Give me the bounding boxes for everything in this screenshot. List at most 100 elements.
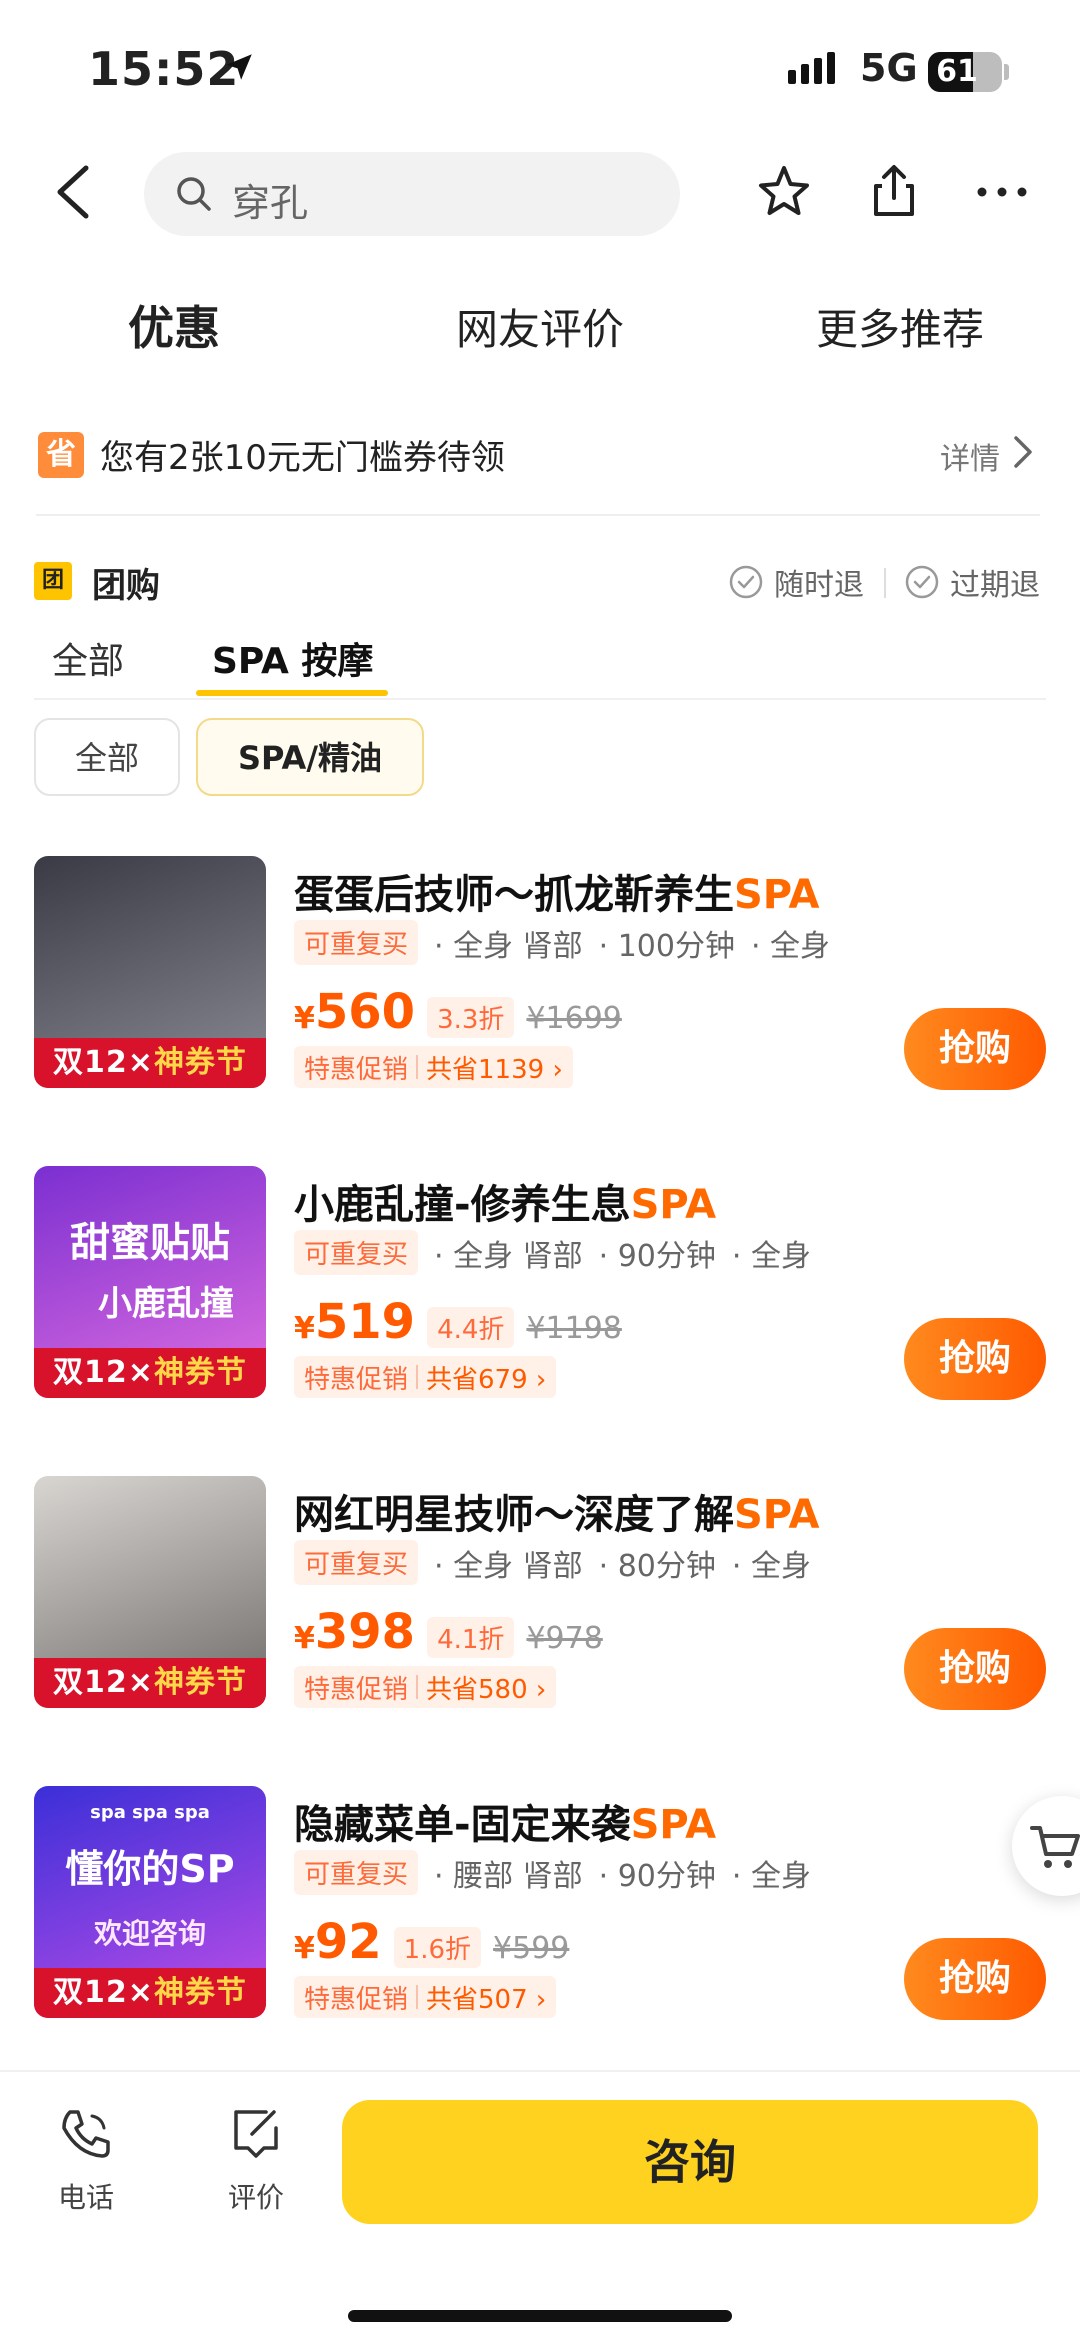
rebuy-tag: 可重复买 [294,1230,419,1275]
deal-attr: · 腰部 肾部 [434,1858,583,1894]
promo-label: 特惠促销 [304,1054,409,1085]
group-buy-title: 团购 [92,566,160,606]
thumb-caption: spa spa spa [90,1802,210,1823]
filter-chip-spa-oil[interactable]: SPA/精油 [196,718,424,796]
promo-savings[interactable]: 特惠促销 共省679 › [294,1356,557,1398]
subtab-spa-massage[interactable]: SPA 按摩 [212,632,373,684]
phone-icon [62,2110,110,2158]
consult-button[interactable]: 咨询 [342,2100,1038,2224]
check-circle-icon [729,565,763,599]
deal-attr: · 全身 肾部 [434,928,583,964]
deal-price: 560 [314,984,416,1040]
deal-price: 398 [314,1604,416,1660]
deal-item[interactable]: 双12×神券节 网红明星技师～深度了解SPA 可重复买 · 全身 肾部 · 80… [0,1476,1080,1716]
buy-button[interactable]: 抢购 [904,1628,1046,1710]
thumb-caption: 懂你的SP [65,1847,235,1891]
savings-amount: 共省679 › [426,1364,547,1395]
savings-amount: 共省507 › [426,1984,547,2015]
promo-banner: 双12×神券节 [34,1348,266,1398]
star-icon[interactable] [752,160,816,224]
search-value: 穿孔 [232,181,309,225]
more-icon[interactable] [970,160,1034,224]
guarantee-label: 过期退 [950,568,1040,603]
chevron-right-icon [1014,436,1032,468]
rebuy-tag: 可重复买 [294,1540,419,1585]
tab-reviews[interactable]: 网友评价 [456,296,624,357]
back-button[interactable] [48,162,98,222]
deal-attr: · 90分钟 [598,1238,716,1274]
buy-button[interactable]: 抢购 [904,1318,1046,1400]
original-price: ¥978 [526,1621,603,1656]
promo-label: 特惠促销 [304,1984,409,2015]
check-circle-icon [905,565,939,599]
coupon-text: 您有2张10元无门槛券待领 [100,438,505,478]
promo-savings[interactable]: 特惠促销 共省1139 › [294,1046,573,1088]
currency-symbol: ¥ [294,1001,315,1036]
deal-title-spa: SPA [734,1492,820,1538]
deal-attr: · 80分钟 [598,1548,716,1584]
deal-title-spa: SPA [734,872,820,918]
network-type: 5G [860,46,918,90]
tab-discounts[interactable]: 优惠 [128,292,226,360]
deal-tags: 可重复买 · 腰部 肾部 · 90分钟 · 全身 [294,1850,811,1895]
promo-label: 特惠促销 [304,1674,409,1705]
deal-thumbnail: spa spa spa 懂你的SP 欢迎咨询 双12×神券节 [34,1786,266,2018]
coupon-detail-link[interactable]: 详情 [940,434,1000,478]
group-buy-icon: 团 [34,562,72,600]
guarantee-label: 随时退 [774,568,864,603]
promo-banner: 双12×神券节 [34,1658,266,1708]
coupon-banner[interactable]: 省 您有2张10元无门槛券待领 详情 [36,420,1040,516]
deal-title-spa: SPA [630,1802,717,1848]
deal-item[interactable]: 甜蜜贴贴 小鹿乱撞 双12×神券节 小鹿乱撞-修养生息SPA 可重复买 · 全身… [0,1166,1080,1406]
thumb-caption: 欢迎咨询 [93,1917,206,1950]
deal-attr: · 全身 肾部 [434,1548,583,1584]
location-arrow-icon [226,54,252,80]
deal-item[interactable]: 双12×神券节 蛋蛋后技师～抓龙靳养生SPA 可重复买 · 全身 肾部 · 10… [0,856,1080,1096]
deal-attr: · 全身 [731,1238,811,1274]
discount-badge: 4.4折 [427,1307,515,1348]
buy-button[interactable]: 抢购 [904,1938,1046,2020]
search-icon [177,177,211,211]
original-price: ¥1198 [526,1311,622,1346]
guarantee-divider [884,568,886,598]
thumb-caption: 小鹿乱撞 [98,1284,234,1324]
deal-attr: · 全身 [750,928,831,964]
buy-button[interactable]: 抢购 [904,1008,1046,1090]
subtab-all[interactable]: 全部 [52,632,124,684]
deal-price: 92 [314,1914,382,1970]
original-price: ¥1699 [526,1001,622,1036]
bottom-action-bar: 电话 评价 咨询 [0,2070,1080,2337]
promo-savings[interactable]: 特惠促销 共省507 › [294,1976,557,2018]
discount-badge: 4.1折 [427,1617,515,1658]
deal-attr: · 全身 肾部 [434,1238,583,1274]
promo-savings[interactable]: 特惠促销 共省580 › [294,1666,557,1708]
search-input[interactable]: 穿孔 [144,152,680,236]
subtab-active-underline [196,690,388,696]
guarantee-refund-anytime: 随时退 [728,560,864,604]
page: 15:52 5G 61 穿孔 优惠 网友评价 更多推荐 省 您有2张10元无门槛… [0,0,1080,2337]
share-icon[interactable] [862,160,926,224]
deal-thumbnail: 双12×神券节 [34,1476,266,1708]
filter-chip-all[interactable]: 全部 [34,718,180,796]
discount-badge: 3.3折 [427,997,515,1038]
savings-amount: 共省580 › [426,1674,547,1705]
price-row: ¥ 92 1.6折 ¥599 [294,1914,569,1970]
coupon-save-icon: 省 [38,432,84,478]
currency-symbol: ¥ [294,1621,315,1656]
discount-badge: 1.6折 [393,1927,482,1968]
signal-icon [788,52,835,84]
price-row: ¥ 560 3.3折 ¥1699 [294,984,622,1040]
deal-tags: 可重复买 · 全身 肾部 · 100分钟 · 全身 [294,920,830,965]
price-row: ¥ 519 4.4折 ¥1198 [294,1294,622,1350]
deal-title: 蛋蛋后技师～抓龙靳养生SPA [294,872,820,918]
savings-amount: 共省1139 › [426,1054,563,1085]
currency-symbol: ¥ [294,1931,315,1966]
promo-banner: 双12×神券节 [34,1038,266,1088]
tab-more-recommend[interactable]: 更多推荐 [816,296,984,357]
deal-item[interactable]: spa spa spa 懂你的SP 欢迎咨询 双12×神券节 隐藏菜单-固定来袭… [0,1786,1080,2026]
phone-button[interactable]: 电话 [36,2104,136,2216]
review-button[interactable]: 评价 [206,2104,306,2216]
rebuy-tag: 可重复买 [294,1850,419,1895]
status-bar: 15:52 5G 61 [0,0,1080,150]
guarantee-refund-expired: 过期退 [904,560,1040,604]
